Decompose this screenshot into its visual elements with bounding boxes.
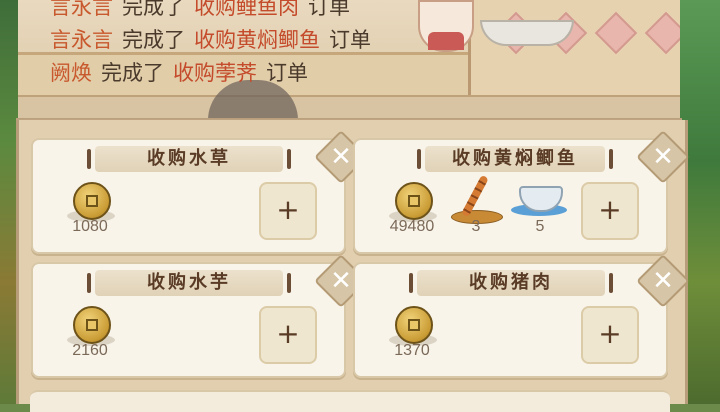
copper-coin-icon — [395, 182, 433, 220]
reward-item: 49480 — [377, 182, 447, 242]
order-card: 收购水草 ✕ 1080 — [31, 130, 368, 254]
reward-count: 1370 — [394, 342, 430, 359]
order-title: 收购水草 — [87, 146, 291, 172]
order-title: 收购水芋 — [87, 270, 291, 296]
log-entry: 言永言 完成了 收购鲤鱼肉 订单 — [50, 0, 470, 25]
order-card: 收购猪肉 ✕ 1370 — [353, 254, 690, 378]
add-button[interactable] — [259, 182, 317, 240]
log-entry: 阙焕 完成了 收购荸荠 订单 — [50, 58, 470, 91]
log-entry: 言永言 完成了 收购黄焖鲫鱼 订单 — [50, 25, 470, 58]
backdrop-counter — [468, 0, 680, 95]
close-order-button[interactable]: ✕ — [636, 130, 690, 184]
close-icon: ✕ — [652, 266, 674, 296]
player-name: 言永言 — [50, 28, 113, 52]
log-suffix: 订单 — [329, 28, 371, 52]
log-item: 收购黄焖鲫鱼 — [194, 28, 320, 52]
copper-coin-icon — [73, 182, 111, 220]
order-card: 收购水芋 ✕ 2160 — [31, 254, 368, 378]
add-button[interactable] — [259, 306, 317, 364]
copper-coin-icon — [395, 306, 433, 344]
player-name: 阙焕 — [50, 61, 92, 85]
order-panel: 收购水草 ✕ 1080 收购黄焖鲫鱼 ✕ 49480 3 — [16, 120, 690, 404]
counter-diamond — [594, 11, 638, 55]
order-log: 言永言 完成了 收购鲤鱼肉 订单 言永言 完成了 收购黄焖鲫鱼 订单 阙焕 完成了 收购荸荠 订单 — [50, 0, 470, 91]
copper-coin-icon — [73, 306, 111, 344]
reward-item: 3 — [441, 174, 511, 242]
close-icon: ✕ — [652, 142, 674, 172]
log-suffix: 订单 — [308, 0, 350, 19]
close-order-button[interactable]: ✕ — [636, 254, 690, 308]
add-button[interactable] — [581, 182, 639, 240]
log-action: 完成了 — [122, 28, 185, 52]
reward-count: 5 — [535, 218, 545, 235]
order-title: 收购黄焖鲫鱼 — [417, 146, 613, 172]
game-scene: 言永言 完成了 收购鲤鱼肉 订单 言永言 完成了 收购黄焖鲫鱼 订单 阙焕 完成了 收购荸荠 订单… — [0, 0, 720, 412]
reward-item: 5 — [505, 182, 575, 242]
reward-count: 2160 — [72, 342, 108, 359]
order-title: 收购猪肉 — [409, 270, 613, 296]
log-action: 完成了 — [122, 0, 185, 19]
reward-count: 1080 — [72, 218, 108, 235]
log-action: 完成了 — [101, 61, 164, 85]
log-item: 收购鲤鱼肉 — [194, 0, 299, 19]
reward-item: 1370 — [377, 306, 447, 366]
serving-bowl — [480, 20, 574, 46]
next-card-peek — [30, 390, 670, 412]
add-button[interactable] — [581, 306, 639, 364]
reward-item: 2160 — [55, 306, 125, 366]
log-item: 收购荸荠 — [173, 61, 257, 85]
reward-count: 49480 — [389, 218, 435, 235]
log-suffix: 订单 — [266, 61, 308, 85]
order-card: 收购黄焖鲫鱼 ✕ 49480 3 5 — [353, 130, 690, 254]
player-name: 言永言 — [50, 0, 113, 19]
reward-count: 3 — [471, 218, 481, 235]
counter-diamond — [644, 11, 680, 55]
reward-item: 1080 — [55, 182, 125, 242]
